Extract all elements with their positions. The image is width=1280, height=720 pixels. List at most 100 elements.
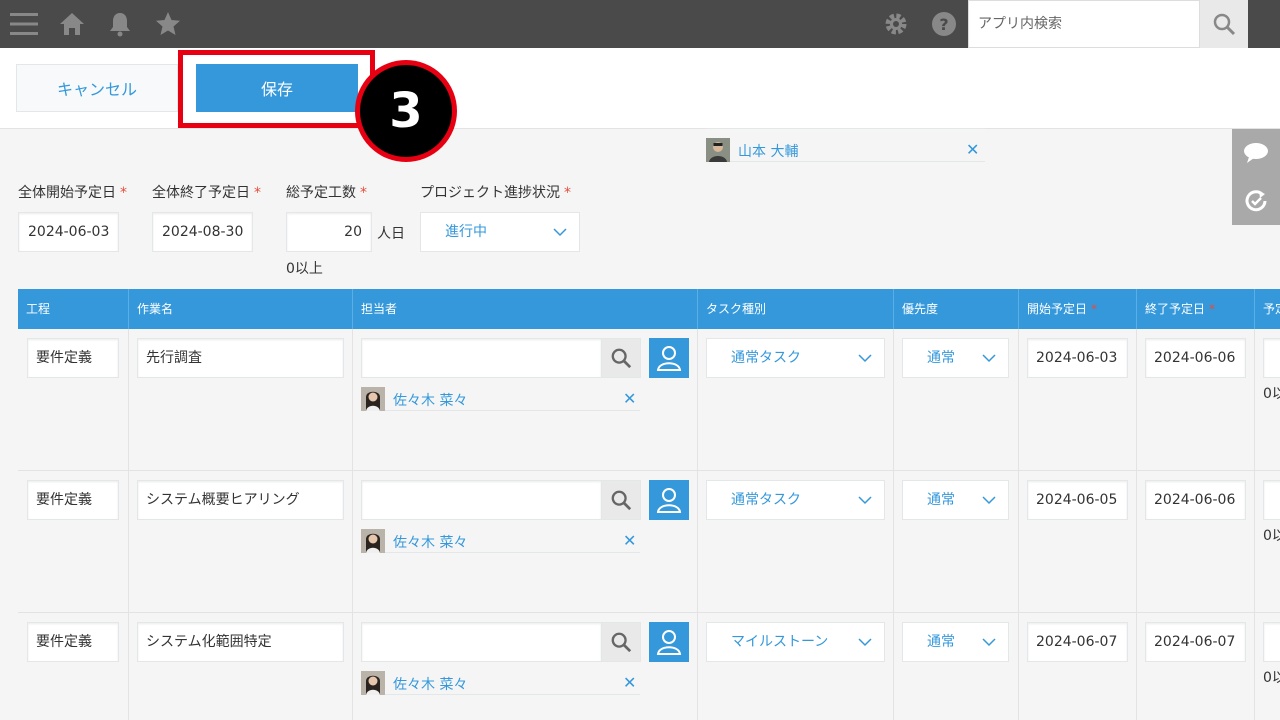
start-date-field[interactable]: 2024-06-05 [1027, 480, 1128, 520]
status-value: 進行中 [445, 224, 487, 240]
column-divider [1254, 329, 1255, 470]
planned-effort-note: 0以 [1263, 386, 1280, 402]
avatar [706, 138, 730, 162]
search-input[interactable]: アプリ内検索 [968, 0, 1200, 48]
priority-dropdown[interactable]: 通常 [902, 338, 1009, 378]
assignee-search-input[interactable] [361, 480, 602, 520]
column-divider [128, 613, 129, 720]
priority-dropdown[interactable]: 通常 [902, 480, 1009, 520]
planned-effort-field[interactable] [1263, 480, 1280, 520]
cancel-button[interactable]: キャンセル [16, 64, 178, 112]
bell-icon[interactable] [105, 9, 135, 39]
column-divider [128, 329, 129, 470]
end-date-field[interactable]: 2024-06-06 [1145, 480, 1246, 520]
user-icon [656, 630, 682, 655]
column-divider [1254, 613, 1255, 720]
end-date-label: 全体終了予定日 * [152, 185, 261, 201]
member-name[interactable]: 山本 大輔 [738, 141, 798, 161]
search-button[interactable] [1200, 0, 1248, 48]
start-date-field[interactable]: 2024-06-07 [1027, 622, 1128, 662]
column-divider [893, 613, 894, 720]
top-bar: ? アプリ内検索 [0, 0, 1280, 48]
effort-label: 総予定工数 * [286, 185, 367, 201]
phase-field[interactable]: 要件定義 [27, 338, 119, 378]
task-type-dropdown[interactable]: 通常タスク [706, 480, 885, 520]
assignee-search-input[interactable] [361, 622, 602, 662]
priority-dropdown[interactable]: 通常 [902, 622, 1009, 662]
column-divider [352, 613, 353, 720]
phase-field[interactable]: 要件定義 [27, 480, 119, 520]
user-select-button[interactable] [649, 338, 689, 378]
planned-effort-field[interactable] [1263, 338, 1280, 378]
assignee-search-button[interactable] [601, 338, 641, 378]
task-type-dropdown[interactable]: マイルストーン [706, 622, 885, 662]
column-divider [1136, 329, 1137, 470]
task-name-field[interactable]: 先行調査 [137, 338, 344, 378]
gear-icon[interactable] [881, 9, 911, 39]
task-name-field[interactable]: システム化範囲特定 [137, 622, 344, 662]
table-header: 工程 作業名 担当者 タスク種別 優先度 開始予定日* 終了予定日* 予定 [18, 289, 1280, 329]
user-icon [656, 346, 682, 371]
chevron-down-icon [982, 354, 996, 363]
user-select-button[interactable] [649, 622, 689, 662]
member-entry: 山本 大輔 ✕ [706, 138, 985, 162]
phase-field[interactable]: 要件定義 [27, 622, 119, 662]
column-divider [697, 329, 698, 470]
close-icon[interactable]: ✕ [966, 142, 979, 158]
history-icon [1245, 190, 1267, 212]
column-divider [1018, 329, 1019, 470]
planned-effort-field[interactable] [1263, 622, 1280, 662]
comment-tool[interactable] [1232, 129, 1280, 177]
star-icon[interactable] [153, 9, 183, 39]
task-name-field[interactable]: システム概要ヒアリング [137, 480, 344, 520]
header-start: 開始予定日 * [1019, 289, 1137, 329]
header-task: 作業名 [129, 289, 353, 329]
save-button[interactable]: 保存 [196, 64, 358, 112]
column-divider [1018, 471, 1019, 612]
end-date-field[interactable]: 2024-06-07 [1145, 622, 1246, 662]
end-date-field[interactable]: 2024-08-30 [152, 212, 253, 252]
priority-value: 通常 [927, 634, 955, 650]
svg-text:?: ? [939, 15, 948, 34]
assignee-search-button[interactable] [601, 480, 641, 520]
assignee-name[interactable]: 佐々木 菜々 [393, 532, 467, 552]
start-date-field[interactable]: 2024-06-03 [18, 212, 119, 252]
assignee-entry: 佐々木 菜々 ✕ [361, 671, 640, 695]
user-select-button[interactable] [649, 480, 689, 520]
column-divider [697, 613, 698, 720]
task-type-value: 通常タスク [731, 350, 801, 366]
task-type-value: マイルストーン [731, 634, 829, 650]
column-divider [352, 329, 353, 470]
end-date-field[interactable]: 2024-06-06 [1145, 338, 1246, 378]
assignee-search-input[interactable] [361, 338, 602, 378]
assignee-name[interactable]: 佐々木 菜々 [393, 674, 467, 694]
status-label: プロジェクト進捗状況 * [420, 185, 571, 201]
avatar [361, 529, 385, 553]
task-type-dropdown[interactable]: 通常タスク [706, 338, 885, 378]
step-badge: 3 [355, 60, 457, 162]
header-phase: 工程 [18, 289, 129, 329]
chevron-down-icon [858, 638, 872, 647]
assignee-entry: 佐々木 菜々 ✕ [361, 529, 640, 553]
header-type: タスク種別 [698, 289, 894, 329]
history-tool[interactable] [1232, 177, 1280, 225]
status-dropdown[interactable]: 進行中 [420, 212, 580, 252]
close-icon[interactable]: ✕ [623, 675, 636, 691]
home-icon[interactable] [57, 9, 87, 39]
menu-icon[interactable] [9, 9, 39, 39]
close-icon[interactable]: ✕ [623, 533, 636, 549]
assignee-name[interactable]: 佐々木 菜々 [393, 390, 467, 410]
help-icon[interactable]: ? [929, 9, 959, 39]
header-planned: 予定 [1263, 302, 1280, 316]
close-icon[interactable]: ✕ [623, 391, 636, 407]
effort-field[interactable]: 20 [286, 212, 372, 252]
comment-icon [1244, 143, 1268, 163]
start-date-field[interactable]: 2024-06-03 [1027, 338, 1128, 378]
assignee-search-button[interactable] [601, 622, 641, 662]
member-list-divider [706, 128, 985, 129]
effort-note: 0以上 [286, 261, 323, 277]
column-divider [352, 471, 353, 612]
table-row: 要件定義 システム化範囲特定 佐々木 菜々 ✕ マイルストーン 通常 2024-… [18, 613, 1280, 720]
planned-effort-note: 0以 [1263, 528, 1280, 544]
column-divider [1136, 613, 1137, 720]
